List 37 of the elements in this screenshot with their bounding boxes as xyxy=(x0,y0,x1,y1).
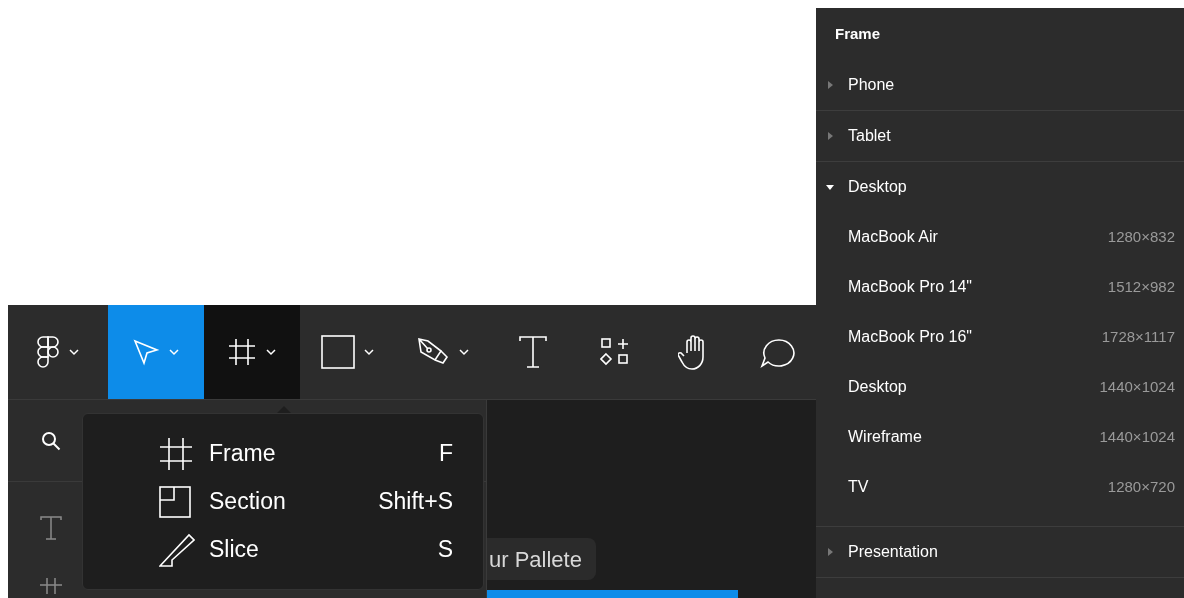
menu-item[interactable]: Slice S xyxy=(159,530,453,569)
caret-icon xyxy=(362,348,375,356)
caret-icon xyxy=(168,348,180,356)
logo-icon xyxy=(36,335,60,369)
caret-icon xyxy=(265,348,277,356)
preset-item[interactable]: MacBook Air 1280×832 xyxy=(816,212,1184,262)
preset-item[interactable]: MacBook Pro 14" 1512×982 xyxy=(816,262,1184,312)
preset-group[interactable]: Tablet xyxy=(816,111,1184,161)
caret-down-icon xyxy=(826,183,834,191)
preset-group[interactable]: Desktop xyxy=(816,162,1184,212)
caret-icon xyxy=(68,348,80,356)
frame-icon xyxy=(159,436,193,471)
slice-icon xyxy=(159,532,195,567)
caret-right-icon xyxy=(826,81,834,89)
caret-right-icon xyxy=(826,548,834,556)
preset-group[interactable]: Phone xyxy=(816,60,1184,110)
pointer-icon xyxy=(132,338,160,366)
preset-group[interactable]: Presentation xyxy=(816,527,1184,577)
section-icon xyxy=(159,485,191,518)
caret-right-icon xyxy=(826,132,834,140)
preset-item[interactable]: TV 1280×720 xyxy=(816,462,1184,512)
preset-item[interactable]: MacBook Pro 16" 1728×1117 xyxy=(816,312,1184,362)
menu-item[interactable]: Frame F xyxy=(159,434,453,473)
tool-button[interactable] xyxy=(204,305,300,399)
text-icon xyxy=(517,335,548,369)
tag-chip: ur Pallete xyxy=(487,538,596,580)
caret-icon xyxy=(457,348,470,356)
menu-item[interactable]: Section Shift+S xyxy=(159,482,453,521)
components-icon xyxy=(600,337,630,367)
panel-title: Frame xyxy=(835,23,881,44)
preset-item[interactable]: Desktop 1440×1024 xyxy=(816,362,1184,412)
preset-item[interactable]: Wireframe 1440×1024 xyxy=(816,412,1184,462)
frame-icon xyxy=(40,578,62,594)
search-icon[interactable] xyxy=(40,429,62,452)
frame-icon xyxy=(227,337,257,367)
text-icon xyxy=(40,516,62,540)
square-icon xyxy=(320,335,355,369)
